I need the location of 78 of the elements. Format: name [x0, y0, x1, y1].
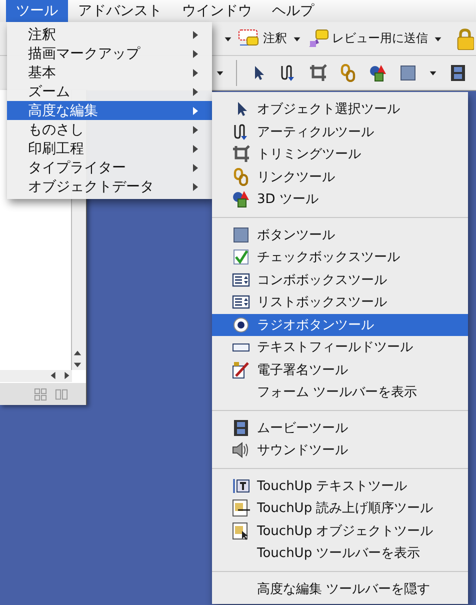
shapes-icon: [369, 64, 387, 82]
menu-item[interactable]: コンボボックスツール: [212, 268, 468, 291]
object-icon: [232, 522, 250, 540]
lock-icon[interactable]: [456, 28, 474, 50]
menu-item[interactable]: 3D ツール: [212, 188, 468, 210]
menu-item[interactable]: リストボックスツール: [212, 291, 468, 314]
menu-item[interactable]: リンクツール: [212, 166, 468, 188]
scroll-down-icon[interactable]: [73, 360, 82, 369]
chain-link-icon: [232, 168, 250, 186]
menu-item[interactable]: オブジェクト選択ツール: [212, 98, 468, 120]
menu-label: ズーム: [28, 82, 70, 100]
menu-item[interactable]: ラジオボタンツール: [212, 314, 468, 336]
menu-item[interactable]: TouchUp ツールバーを表示: [212, 542, 468, 564]
speech-bubble-icon: [307, 28, 329, 48]
text-tool-icon: [232, 476, 250, 495]
menu-label: 高度な編集: [28, 102, 98, 120]
menu-label: タイプライター: [28, 158, 126, 176]
caret-icon[interactable]: [293, 34, 301, 42]
menu-item[interactable]: ボタンツール: [212, 224, 468, 246]
menu-label: 基本: [28, 64, 56, 82]
article-icon: [279, 64, 297, 82]
scroll-up-icon[interactable]: [73, 349, 82, 358]
menu-item[interactable]: 電子署名ツール: [212, 358, 468, 381]
menu-label: 注釈: [28, 26, 56, 44]
square-icon: [399, 64, 417, 82]
menu-item[interactable]: タイプライター: [7, 158, 212, 177]
menu-item[interactable]: 注釈: [7, 25, 212, 44]
menu-title[interactable]: アドバンスト: [68, 0, 172, 22]
menu-title[interactable]: ヘルプ: [262, 0, 324, 22]
menu-item[interactable]: チェックボックスツール: [212, 246, 468, 268]
toolbar-button[interactable]: レビュー用に送信: [307, 28, 428, 48]
menu-title[interactable]: ウインドウ: [172, 0, 262, 22]
list-box-icon: [232, 293, 250, 312]
menu-item[interactable]: アーティクルツール: [212, 120, 468, 143]
menu-item[interactable]: ズーム: [7, 82, 212, 101]
caret-icon[interactable]: [224, 34, 232, 42]
film-icon: [449, 64, 467, 82]
menu-item[interactable]: サウンドツール: [212, 439, 468, 462]
pen-icon: [232, 360, 250, 379]
menu-label: ものさし: [28, 120, 84, 138]
crop-icon: [232, 145, 250, 164]
menu-item[interactable]: TouchUp テキストツール: [212, 474, 468, 497]
article-icon: [232, 122, 250, 141]
scroll-right-icon[interactable]: [62, 371, 71, 380]
checkbox-icon: [232, 248, 250, 266]
menu-item[interactable]: TouchUp 読み上げ順序ツール: [212, 497, 468, 520]
toolbar-button[interactable]: 注釈: [238, 28, 287, 48]
menu-item[interactable]: フォーム ツールバーを表示: [212, 381, 468, 404]
chain-link-icon: [339, 64, 357, 82]
caret-icon[interactable]: [216, 69, 224, 77]
note-icon: [238, 28, 260, 48]
menu-item[interactable]: 基本: [7, 63, 212, 82]
reading-order-icon: [232, 499, 250, 518]
speaker-icon: [232, 441, 250, 460]
square-icon: [232, 226, 250, 244]
scroll-bar[interactable]: [0, 370, 72, 382]
combo-box-icon: [232, 270, 250, 289]
caret-icon[interactable]: [429, 69, 437, 77]
scroll-left-icon[interactable]: [49, 371, 58, 380]
menu-item[interactable]: 印刷工程: [7, 139, 212, 158]
menu-item[interactable]: トリミングツール: [212, 143, 468, 166]
menu-label: 描画マークアップ: [28, 44, 140, 62]
menu-label: 印刷工程: [28, 140, 84, 158]
film-icon: [232, 418, 250, 437]
crop-icon: [309, 64, 327, 82]
menu-item[interactable]: TouchUp オブジェクトツール: [212, 520, 468, 542]
menu-item[interactable]: テキストフィールドツール: [212, 336, 468, 358]
shapes-icon: [232, 190, 250, 208]
menu-item[interactable]: ものさし: [7, 120, 212, 139]
radio-button-icon: [232, 316, 250, 334]
menu-item[interactable]: ムービーツール: [212, 416, 468, 439]
menu-item[interactable]: 描画マークアップ: [7, 44, 212, 63]
menu-label: オブジェクトデータ: [28, 178, 154, 196]
menu-title[interactable]: ツール: [6, 0, 68, 22]
caret-icon[interactable]: [434, 34, 442, 42]
menu-item[interactable]: 高度な編集: [7, 101, 212, 120]
menu-item[interactable]: 高度な編集 ツールバーを隠す: [212, 578, 468, 600]
menu-item[interactable]: オブジェクトデータ: [7, 177, 212, 196]
